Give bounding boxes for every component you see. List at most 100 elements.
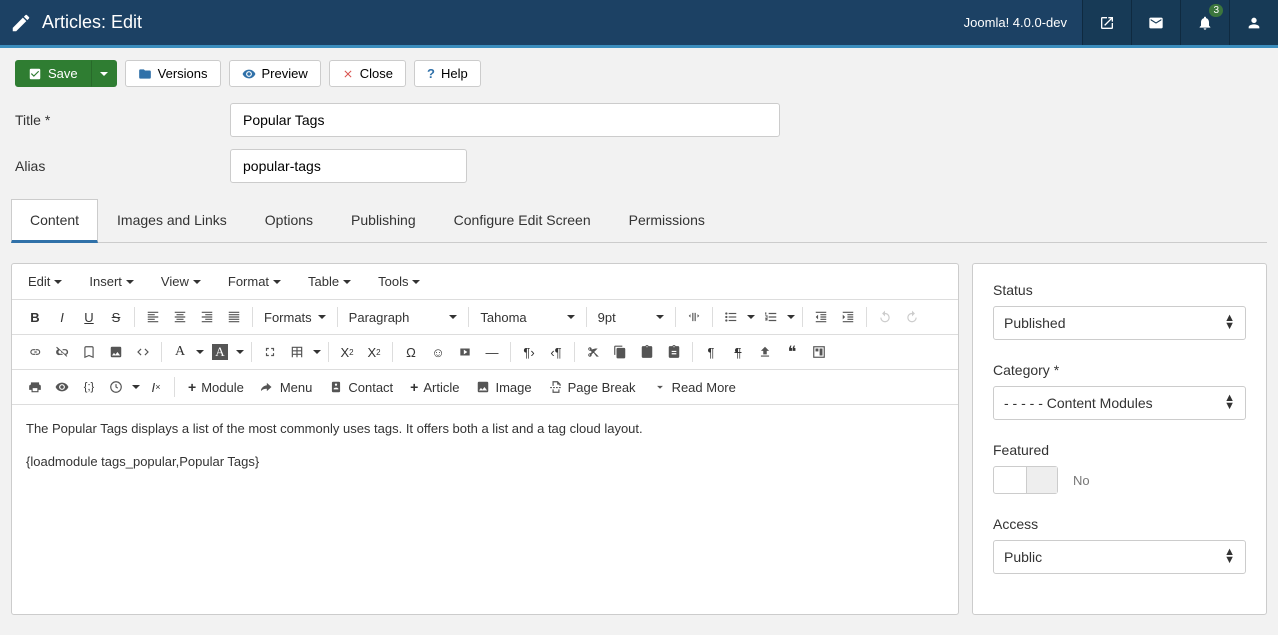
menu-view[interactable]: View <box>155 270 207 293</box>
caret-down-icon <box>449 315 457 319</box>
unlink-button[interactable] <box>49 339 75 365</box>
print-button[interactable] <box>22 374 48 400</box>
versions-button[interactable]: Versions <box>125 60 221 87</box>
menu-table[interactable]: Table <box>302 270 357 293</box>
line-height-button[interactable] <box>681 304 707 330</box>
close-button[interactable]: Close <box>329 60 406 87</box>
featured-toggle[interactable] <box>993 466 1058 494</box>
show-blocks-button[interactable]: ¶ <box>698 339 724 365</box>
rtl-button[interactable]: ‹¶ <box>543 339 569 365</box>
insertdatetime-dropdown[interactable] <box>130 374 142 400</box>
preview-button[interactable]: Preview <box>229 60 321 87</box>
special-char-button[interactable]: Ω <box>398 339 424 365</box>
indent-button[interactable] <box>835 304 861 330</box>
save-button[interactable]: Save <box>15 60 91 87</box>
insert-menu-button[interactable]: Menu <box>253 377 321 398</box>
align-left-button[interactable] <box>140 304 166 330</box>
number-list-button[interactable] <box>758 304 784 330</box>
read-more-button[interactable]: Read More <box>645 377 744 398</box>
menu-edit[interactable]: Edit <box>22 270 68 293</box>
strikethrough-button[interactable]: S <box>103 304 129 330</box>
clear-formatting-button[interactable]: I× <box>143 374 169 400</box>
paste-text-button[interactable] <box>661 339 687 365</box>
template-button[interactable] <box>806 339 832 365</box>
blockquote-button[interactable]: ❝ <box>779 339 805 365</box>
title-input[interactable] <box>230 103 780 137</box>
text-color-button[interactable]: A <box>167 339 193 365</box>
insertdatetime-button[interactable] <box>103 374 129 400</box>
page-break-button[interactable]: Page Break <box>541 377 644 398</box>
preview-label: Preview <box>262 66 308 81</box>
ltr-button[interactable]: ¶› <box>516 339 542 365</box>
insert-article-button[interactable]: +Article <box>402 376 467 398</box>
font-select[interactable]: Tahoma <box>474 306 580 329</box>
link-button[interactable] <box>22 339 48 365</box>
alias-input[interactable] <box>230 149 467 183</box>
table-dropdown[interactable] <box>311 339 323 365</box>
outdent-button[interactable] <box>808 304 834 330</box>
subscript-button[interactable]: X2 <box>334 339 360 365</box>
tab-images[interactable]: Images and Links <box>98 199 246 242</box>
save-dropdown-button[interactable] <box>91 60 117 87</box>
bullet-list-button[interactable] <box>718 304 744 330</box>
notifications-button[interactable]: 3 <box>1180 0 1229 45</box>
nonbreaking-button[interactable] <box>752 339 778 365</box>
number-list-dropdown[interactable] <box>785 304 797 330</box>
superscript-button[interactable]: X2 <box>361 339 387 365</box>
external-link-button[interactable] <box>1082 0 1131 45</box>
emoticon-button[interactable]: ☺ <box>425 339 451 365</box>
text-color-dropdown[interactable] <box>194 339 206 365</box>
access-label: Access <box>993 516 1246 532</box>
tab-options[interactable]: Options <box>246 199 332 242</box>
media-button[interactable] <box>452 339 478 365</box>
help-button[interactable]: ? Help <box>414 60 481 87</box>
access-value: Public <box>1004 549 1042 565</box>
menu-tools[interactable]: Tools <box>372 270 426 293</box>
category-select[interactable]: - - - - - Content Modules ▲▼ <box>993 386 1246 420</box>
editor-content-area[interactable]: The Popular Tags displays a list of the … <box>12 405 958 595</box>
background-color-button[interactable]: A <box>207 339 233 365</box>
align-center-button[interactable] <box>167 304 193 330</box>
access-select[interactable]: Public ▲▼ <box>993 540 1246 574</box>
insert-image-button[interactable]: Image <box>468 377 539 398</box>
bold-button[interactable]: B <box>22 304 48 330</box>
fontsize-select[interactable]: 9pt <box>592 306 670 329</box>
hr-button[interactable]: — <box>479 339 505 365</box>
tab-permissions[interactable]: Permissions <box>610 199 724 242</box>
tab-publishing[interactable]: Publishing <box>332 199 435 242</box>
fullscreen-button[interactable] <box>257 339 283 365</box>
italic-button[interactable]: I <box>49 304 75 330</box>
paste-button[interactable] <box>634 339 660 365</box>
menu-insert[interactable]: Insert <box>83 270 140 293</box>
copy-button[interactable] <box>607 339 633 365</box>
align-justify-button[interactable] <box>221 304 247 330</box>
image-button[interactable] <box>103 339 129 365</box>
table-button[interactable] <box>284 339 310 365</box>
preview-editor-button[interactable] <box>49 374 75 400</box>
messages-button[interactable] <box>1131 0 1180 45</box>
status-select[interactable]: Published ▲▼ <box>993 306 1246 340</box>
show-invisible-button[interactable]: ¶ <box>725 339 751 365</box>
menu-format[interactable]: Format <box>222 270 287 293</box>
separator <box>328 342 329 362</box>
codesample-button[interactable]: {;} <box>76 374 102 400</box>
tab-configure[interactable]: Configure Edit Screen <box>435 199 610 242</box>
background-color-dropdown[interactable] <box>234 339 246 365</box>
code-button[interactable] <box>130 339 156 365</box>
featured-value: No <box>1073 473 1090 488</box>
redo-button[interactable] <box>899 304 925 330</box>
paragraph-select[interactable]: Paragraph <box>343 306 464 329</box>
align-right-button[interactable] <box>194 304 220 330</box>
bullet-list-dropdown[interactable] <box>745 304 757 330</box>
undo-button[interactable] <box>872 304 898 330</box>
template-icon <box>812 345 826 359</box>
user-menu-button[interactable] <box>1229 0 1278 45</box>
formats-select[interactable]: Formats <box>258 306 332 329</box>
insert-module-button[interactable]: +Module <box>180 376 252 398</box>
tabs: Content Images and Links Options Publish… <box>11 199 1267 243</box>
anchor-button[interactable] <box>76 339 102 365</box>
cut-button[interactable] <box>580 339 606 365</box>
tab-content[interactable]: Content <box>11 199 98 243</box>
insert-contact-button[interactable]: Contact <box>321 377 401 398</box>
underline-button[interactable]: U <box>76 304 102 330</box>
